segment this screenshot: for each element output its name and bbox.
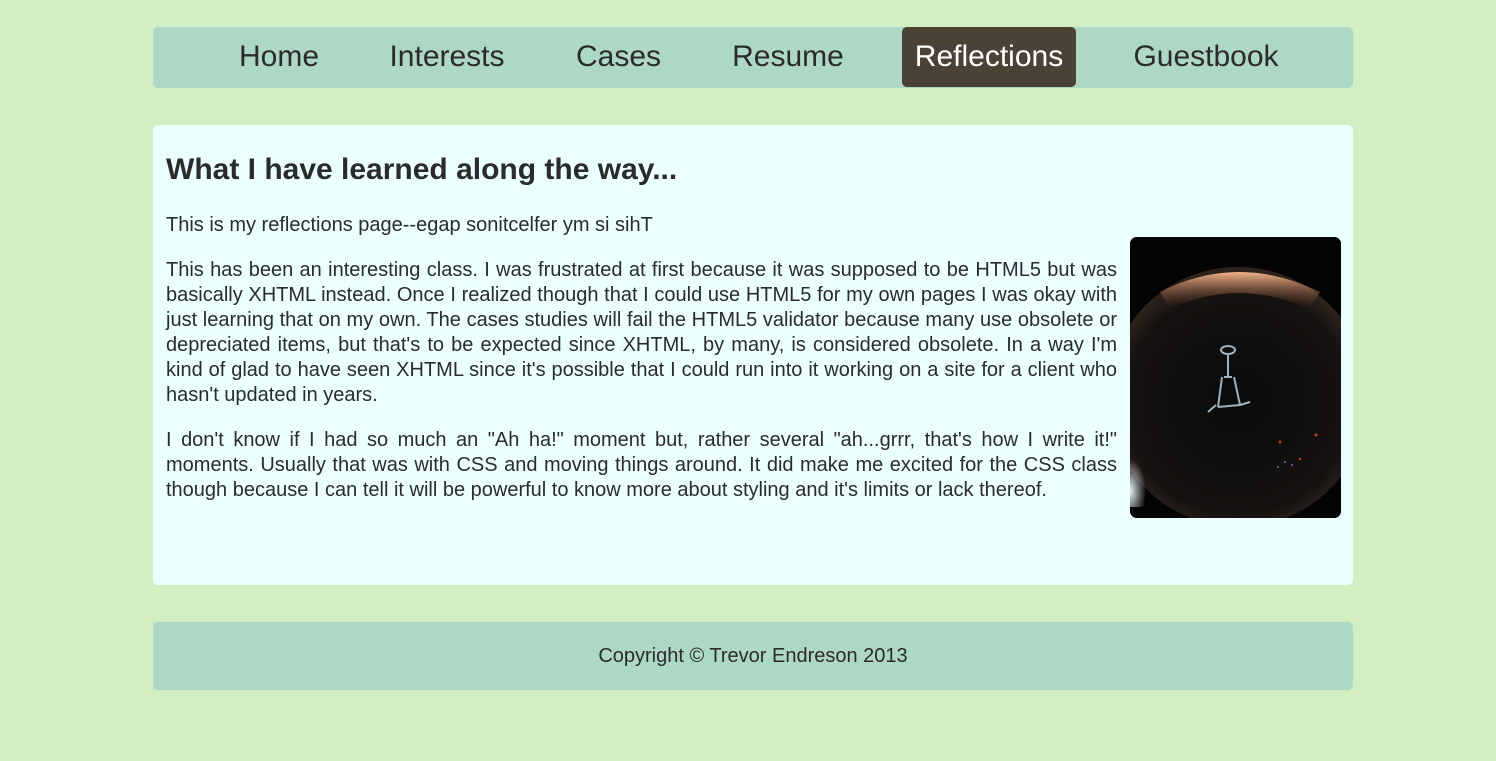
nav-home-link[interactable]: Home	[226, 27, 332, 87]
copyright-text: Copyright © Trevor Endreson 2013	[598, 645, 908, 667]
nav-resume-link[interactable]: Resume	[721, 27, 855, 87]
crystal-ball-image	[1130, 237, 1341, 518]
page-heading: What I have learned along the way...	[166, 153, 678, 186]
page-footer: Copyright © Trevor Endreson 2013	[153, 622, 1353, 690]
intro-text: This is my reflections page--egap sonitc…	[166, 214, 653, 236]
main-navigation: Home Interests Cases Resume Reflections …	[153, 27, 1353, 88]
reflection-paragraph-2: I don't know if I had so much an "Ah ha!…	[166, 429, 1117, 501]
nav-cases-link[interactable]: Cases	[563, 27, 674, 87]
nav-interests-link[interactable]: Interests	[379, 27, 515, 87]
main-content: What I have learned along the way... Thi…	[153, 125, 1353, 585]
reflection-paragraph-1: This has been an interesting class. I wa…	[166, 259, 1117, 406]
nav-guestbook-link[interactable]: Guestbook	[1123, 27, 1289, 87]
space-needle-reflection-photo	[1130, 237, 1341, 518]
nav-reflections-link[interactable]: Reflections	[902, 27, 1076, 87]
